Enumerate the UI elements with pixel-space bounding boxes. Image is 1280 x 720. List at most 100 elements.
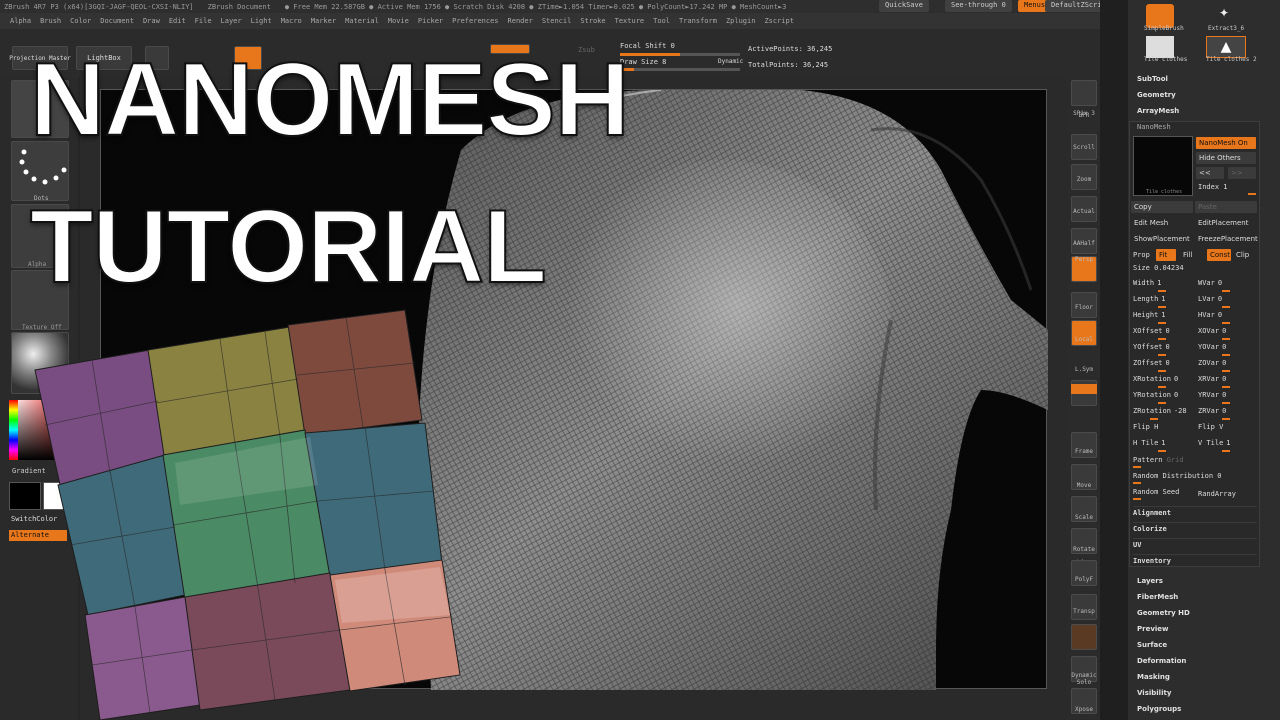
slider-width[interactable]: Width 1	[1133, 279, 1161, 287]
seethrough-slider[interactable]: See-through 0	[945, 0, 1012, 12]
menu-movie[interactable]: Movie	[388, 17, 409, 25]
section-visibility[interactable]: Visibility	[1137, 689, 1171, 697]
slider-handle[interactable]	[1158, 386, 1166, 388]
tile-clothes-2-thumbnail[interactable]: ▲	[1206, 36, 1246, 58]
slider-zrvar[interactable]: ZRVar 0	[1198, 407, 1226, 415]
fill-button[interactable]: Fill	[1180, 249, 1200, 261]
arraymesh-section[interactable]: ArrayMesh	[1137, 107, 1179, 115]
pattern-slider-handle[interactable]	[1133, 466, 1141, 468]
section-masking[interactable]: Masking	[1137, 673, 1170, 681]
slider-handle[interactable]	[1222, 290, 1230, 292]
slider-handle[interactable]	[1222, 418, 1230, 420]
geometry-section[interactable]: Geometry	[1137, 91, 1176, 99]
slider-handle[interactable]	[1158, 370, 1166, 372]
slider-handle[interactable]	[1150, 418, 1158, 420]
slider-yovar[interactable]: YOVar 0	[1198, 343, 1226, 351]
slider-zovar[interactable]: ZOVar 0	[1198, 359, 1226, 367]
menu-brush[interactable]: Brush	[40, 17, 61, 25]
shelf-transp-button[interactable]	[1071, 594, 1097, 620]
slider-handle[interactable]	[1158, 306, 1166, 308]
paste-button[interactable]: Paste	[1195, 201, 1257, 213]
slider-length[interactable]: Length 1	[1133, 295, 1166, 303]
dynamic-toggle[interactable]: Dynamic	[718, 58, 743, 65]
extract-icon[interactable]: ✦	[1210, 6, 1238, 22]
slider-height[interactable]: Height 1	[1133, 311, 1166, 319]
menu-transform[interactable]: Transform	[679, 17, 717, 25]
edit-placement-button[interactable]: EditPlacement	[1195, 217, 1257, 229]
menu-edit[interactable]: Edit	[169, 17, 186, 25]
slider-handle[interactable]	[1222, 354, 1230, 356]
index-slider[interactable]: Index 1	[1198, 183, 1228, 191]
slider-yrvar[interactable]: YRVar 0	[1198, 391, 1226, 399]
slider-handle[interactable]	[1222, 322, 1230, 324]
slider-wvar[interactable]: WVar 0	[1198, 279, 1222, 287]
menu-macro[interactable]: Macro	[281, 17, 302, 25]
subtool-section[interactable]: SubTool	[1137, 75, 1168, 83]
menu-file[interactable]: File	[195, 17, 212, 25]
menu-zscript[interactable]: Zscript	[764, 17, 794, 25]
tile-clothes-thumbnail[interactable]	[1146, 36, 1174, 58]
slider-handle[interactable]	[1158, 338, 1166, 340]
menu-render[interactable]: Render	[508, 17, 533, 25]
nanomesh-thumbnail[interactable]: Tile clothes	[1133, 136, 1193, 196]
slider-handle[interactable]	[1222, 338, 1230, 340]
slider-h-tile[interactable]: H Tile 1	[1133, 439, 1166, 447]
menu-alpha[interactable]: Alpha	[10, 17, 31, 25]
section-fibermesh[interactable]: FiberMesh	[1137, 593, 1178, 601]
slider-v-tile[interactable]: V Tile 1	[1198, 439, 1231, 447]
show-placement-button[interactable]: ShowPlacement	[1131, 233, 1195, 245]
slider-zrotation[interactable]: ZRotation -28	[1133, 407, 1187, 415]
section-geometry-hd[interactable]: Geometry HD	[1137, 609, 1190, 617]
const-button[interactable]: Const	[1207, 249, 1231, 261]
section-alignment[interactable]: Alignment	[1133, 506, 1257, 517]
slider-handle[interactable]	[1222, 450, 1230, 452]
hue-strip[interactable]	[9, 400, 18, 460]
section-preview[interactable]: Preview	[1137, 625, 1169, 633]
slider-xoffset[interactable]: XOffset 0	[1133, 327, 1170, 335]
random-distribution-handle[interactable]	[1133, 482, 1141, 484]
slider-xrotation[interactable]: XRotation 0	[1133, 375, 1178, 383]
size-slider[interactable]: Size 0.04234	[1133, 264, 1184, 272]
slider-handle[interactable]	[1158, 450, 1166, 452]
menu-texture[interactable]: Texture	[615, 17, 645, 25]
slider-flip-h[interactable]: Flip H	[1133, 423, 1161, 431]
draw-size-slider[interactable]	[620, 68, 740, 71]
nanomesh-on-button[interactable]: NanoMesh On	[1196, 137, 1256, 149]
menu-light[interactable]: Light	[251, 17, 272, 25]
random-seed-slider[interactable]: Random Seed	[1133, 488, 1179, 496]
fit-button[interactable]: Fit	[1156, 249, 1176, 261]
random-distribution-slider[interactable]: Random Distribution 0	[1133, 472, 1222, 480]
section-surface[interactable]: Surface	[1137, 641, 1167, 649]
menu-tool[interactable]: Tool	[653, 17, 670, 25]
hide-others-button[interactable]: Hide Others	[1196, 152, 1256, 164]
slider-handle[interactable]	[1222, 386, 1230, 388]
index-slider-handle[interactable]	[1248, 193, 1256, 195]
slider-yrotation[interactable]: YRotation 0	[1133, 391, 1178, 399]
menu-stencil[interactable]: Stencil	[542, 17, 572, 25]
slider-hvar[interactable]: HVar 0	[1198, 311, 1222, 319]
section-colorize[interactable]: Colorize	[1133, 522, 1257, 533]
next-nanomesh-button[interactable]: >>	[1228, 167, 1256, 179]
menu-preferences[interactable]: Preferences	[452, 17, 498, 25]
menu-stroke[interactable]: Stroke	[580, 17, 605, 25]
gxyz-highlight[interactable]	[1071, 384, 1097, 394]
clip-button[interactable]: Clip	[1233, 249, 1255, 261]
random-seed-handle[interactable]	[1133, 498, 1141, 500]
slider-zoffset[interactable]: ZOffset 0	[1133, 359, 1170, 367]
slider-flip-v[interactable]: Flip V	[1198, 423, 1226, 431]
slider-xovar[interactable]: XOVar 0	[1198, 327, 1226, 335]
pattern-slider[interactable]: Pattern Grid	[1133, 456, 1184, 464]
slider-yoffset[interactable]: YOffset 0	[1133, 343, 1170, 351]
slider-handle[interactable]	[1222, 306, 1230, 308]
slider-handle[interactable]	[1222, 370, 1230, 372]
menu-layer[interactable]: Layer	[221, 17, 242, 25]
freeze-placement-button[interactable]: FreezePlacement	[1195, 233, 1258, 245]
slider-handle[interactable]	[1158, 402, 1166, 404]
slider-lvar[interactable]: LVar 0	[1198, 295, 1222, 303]
shelf-ghost-button[interactable]	[1071, 624, 1097, 650]
edit-mesh-button[interactable]: Edit Mesh	[1131, 217, 1193, 229]
nanomesh-title[interactable]: NanoMesh	[1137, 123, 1171, 131]
slider-handle[interactable]	[1222, 402, 1230, 404]
focal-shift-slider[interactable]	[620, 53, 740, 56]
randarray-button[interactable]: RandArray	[1198, 490, 1236, 498]
